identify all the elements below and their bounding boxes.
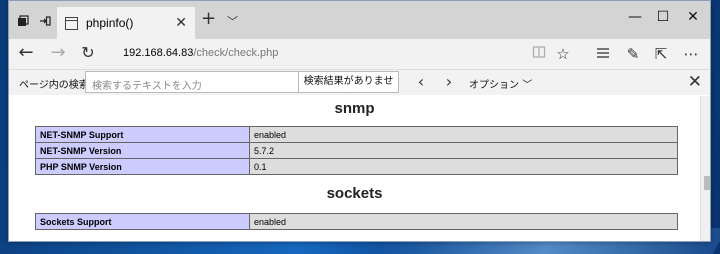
hub-icon[interactable] (593, 44, 613, 64)
set-aside-tabs-icon[interactable] (35, 11, 55, 31)
page-content: snmp NET-SNMP Support enabled NET-SNMP V… (9, 96, 700, 241)
minimize-icon[interactable]: — (623, 9, 647, 25)
navigation-bar: ← → ↻ 192.168.64.83/check/check.php ☆ ✎ … (9, 39, 710, 69)
share-icon[interactable]: ⇱ (651, 44, 671, 64)
tab-actions-icon[interactable] (13, 11, 33, 31)
find-next-chevron-right-icon[interactable]: › (439, 72, 459, 91)
chevron-down-icon: ﹀ (522, 80, 533, 91)
table-row: NET-SNMP Support enabled (35, 126, 678, 143)
more-icon[interactable]: ⋯ (681, 44, 701, 64)
find-bar: ページ内の検索 検索するテキストを入力 検索結果がありません ‹ › オプション… (9, 69, 710, 107)
refresh-icon[interactable]: ↻ (77, 43, 99, 65)
find-match-button[interactable]: 検索結果がありません (299, 71, 399, 107)
snmp-table: NET-SNMP Support enabled NET-SNMP Versio… (35, 126, 678, 175)
find-label: ページ内の検索 (19, 80, 89, 91)
vertical-scrollbar[interactable] (700, 96, 710, 241)
star-icon[interactable]: ☆ (553, 44, 573, 64)
section-title-sockets: sockets (326, 185, 383, 202)
table-row: Sockets Support enabled (35, 213, 678, 230)
table-value: enabled (249, 126, 678, 143)
find-options-label: オプション (469, 80, 519, 91)
close-window-icon[interactable]: ✕ (681, 9, 705, 25)
tab-strip: phpinfo() ✕ + ﹀ — ☐ ✕ (9, 1, 710, 39)
scroll-thumb[interactable] (704, 176, 710, 190)
section-title-snmp: snmp (334, 100, 375, 117)
arrow-left-icon[interactable]: ← (15, 43, 37, 65)
find-input[interactable]: 検索するテキストを入力 (85, 71, 299, 93)
book-icon[interactable] (529, 44, 549, 64)
table-value: 0.1 (249, 158, 678, 175)
maximize-icon[interactable]: ☐ (651, 9, 675, 25)
url-path: /check/check.php (193, 47, 279, 59)
tab-list-chevron-down-icon[interactable]: ﹀ (227, 13, 238, 29)
close-tab-icon[interactable]: ✕ (175, 15, 187, 31)
table-row: NET-SNMP Version 5.7.2 (35, 142, 678, 159)
table-key: Sockets Support (35, 213, 250, 230)
table-key: PHP SNMP Version (35, 158, 250, 175)
close-find-icon[interactable]: ✕ (688, 72, 702, 92)
tab-title: phpinfo() (86, 16, 134, 30)
table-row: PHP SNMP Version 0.1 (35, 158, 678, 175)
arrow-right-icon[interactable]: → (47, 43, 69, 65)
table-value: 5.7.2 (249, 142, 678, 159)
new-tab-button[interactable]: + (201, 10, 216, 28)
tab-phpinfo[interactable]: phpinfo() ✕ (57, 7, 195, 39)
table-key: NET-SNMP Version (35, 142, 250, 159)
find-options-button[interactable]: オプション ﹀ (469, 76, 532, 91)
page-icon (65, 16, 78, 30)
url-host: 192.168.64.83 (123, 47, 194, 59)
address-bar[interactable]: 192.168.64.83/check/check.php (123, 47, 278, 59)
sockets-table: Sockets Support enabled (35, 213, 678, 230)
table-value: enabled (249, 213, 678, 230)
browser-window: phpinfo() ✕ + ﹀ — ☐ ✕ ← → ↻ 192.168.64.8… (8, 0, 711, 242)
find-previous-chevron-left-icon[interactable]: ‹ (411, 72, 431, 91)
pen-icon[interactable]: ✎ (623, 44, 643, 64)
table-key: NET-SNMP Support (35, 126, 250, 143)
